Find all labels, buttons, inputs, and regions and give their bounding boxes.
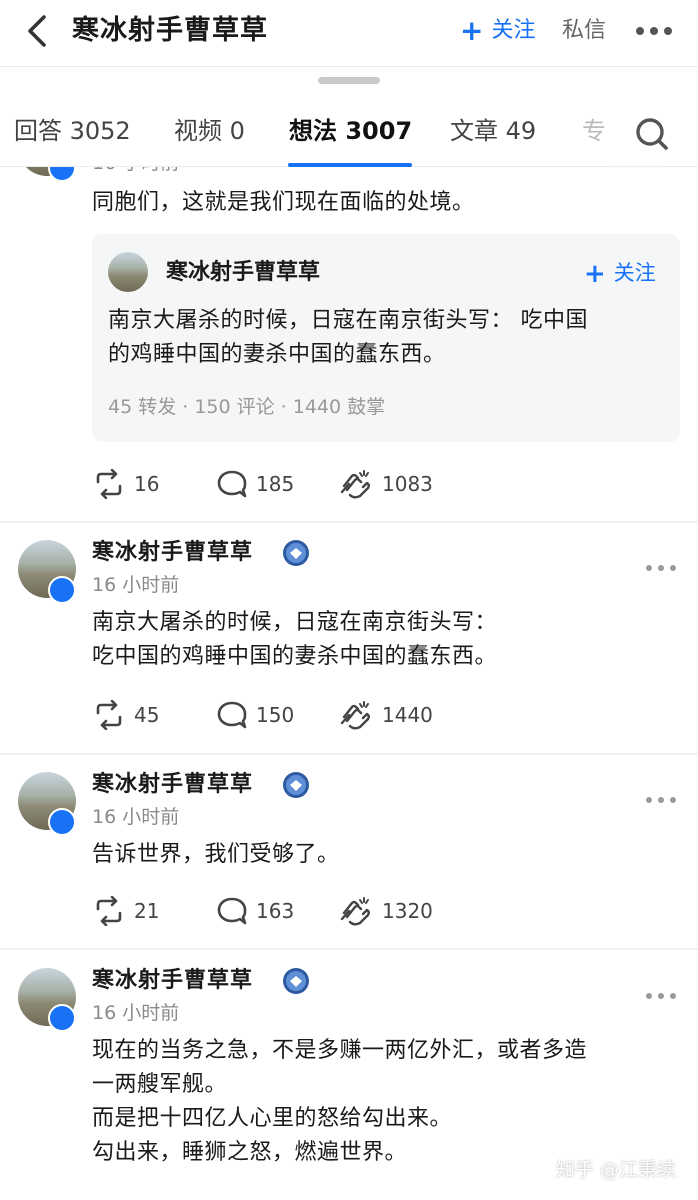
more-options-icon[interactable] bbox=[644, 562, 678, 574]
divider bbox=[0, 753, 698, 755]
verified-badge-icon bbox=[48, 1004, 76, 1032]
tab-columns[interactable]: 专 bbox=[582, 114, 606, 148]
comment-icon bbox=[217, 897, 247, 925]
verified-badge-icon bbox=[48, 808, 76, 836]
more-options-icon[interactable] bbox=[644, 990, 678, 1002]
post-text: 现在的当务之急，不是多赚一两亿外汇，或者多造 一两艘军舰。 而是把十四亿人心里的… bbox=[92, 1038, 588, 1165]
author-name[interactable]: 寒冰射手曹草草 bbox=[92, 538, 253, 568]
repost-button[interactable]: 45 bbox=[92, 699, 159, 731]
repost-button[interactable]: 21 bbox=[92, 895, 159, 927]
back-button[interactable] bbox=[20, 12, 54, 50]
more-options-icon[interactable] bbox=[634, 14, 674, 48]
search-icon bbox=[636, 118, 668, 150]
quoted-post-text: 南京大屠杀的时候，日寇在南京街头写： 吃中国 的鸡睡中国的妻杀中国的蠢东西。 bbox=[108, 308, 588, 367]
drag-handle[interactable] bbox=[318, 77, 380, 84]
quote-follow-button[interactable]: + 关注 bbox=[584, 258, 656, 289]
post-time: 16 小时前 bbox=[92, 574, 180, 596]
divider bbox=[0, 948, 698, 950]
comment-button[interactable]: 150 bbox=[216, 699, 294, 731]
repost-icon bbox=[96, 469, 122, 499]
follow-button[interactable]: + 关注 bbox=[460, 16, 535, 46]
creator-badge-icon bbox=[283, 968, 309, 994]
plus-icon: + bbox=[584, 259, 606, 289]
profile-tabs: 回答 3052 视频 0 想法 3007 文章 49 专 bbox=[0, 100, 698, 167]
comment-button[interactable]: 185 bbox=[216, 468, 294, 500]
top-bar: 寒冰射手曹草草 + 关注 私信 bbox=[0, 0, 698, 67]
search-button[interactable] bbox=[630, 112, 676, 158]
tab-thoughts[interactable]: 想法 3007 bbox=[289, 114, 412, 148]
repost-button[interactable]: 16 bbox=[92, 468, 159, 500]
post-time: 16 小时前 bbox=[92, 1002, 180, 1024]
active-tab-indicator bbox=[288, 163, 412, 167]
comment-button[interactable]: 163 bbox=[216, 895, 294, 927]
quote-stats: 45 转发 · 150 评论 · 1440 鼓掌 bbox=[108, 396, 386, 418]
clap-button[interactable]: 1320 bbox=[338, 895, 433, 927]
tab-videos[interactable]: 视频 0 bbox=[174, 114, 245, 148]
more-options-icon[interactable] bbox=[644, 794, 678, 806]
author-name[interactable]: 寒冰射手曹草草 bbox=[92, 770, 253, 800]
repost-icon bbox=[96, 700, 122, 730]
verified-badge-icon bbox=[48, 576, 76, 604]
clap-button[interactable]: 1440 bbox=[338, 699, 433, 731]
avatar[interactable] bbox=[108, 252, 148, 292]
tab-answers[interactable]: 回答 3052 bbox=[14, 114, 131, 148]
post-text: 告诉世界，我们受够了。 bbox=[92, 842, 340, 867]
author-name[interactable]: 寒冰射手曹草草 bbox=[92, 966, 253, 996]
clap-icon bbox=[340, 470, 370, 499]
chevron-left-icon bbox=[28, 15, 46, 47]
page-title: 寒冰射手曹草草 bbox=[72, 15, 268, 46]
post-time: 16 小时前 bbox=[92, 806, 180, 828]
comment-icon bbox=[217, 701, 247, 729]
private-message-button[interactable]: 私信 bbox=[562, 16, 606, 46]
creator-badge-icon bbox=[283, 772, 309, 798]
plus-icon: + bbox=[460, 14, 484, 47]
clap-button[interactable]: 1083 bbox=[338, 468, 433, 500]
clap-icon bbox=[340, 897, 370, 926]
post-text: 南京大屠杀的时候，日寇在南京街头写： 吃中国的鸡睡中国的妻杀中国的蠢东西。 bbox=[92, 610, 498, 669]
creator-badge-icon bbox=[283, 540, 309, 566]
post-text: 同胞们，这就是我们现在面临的处境。 bbox=[92, 190, 475, 215]
clap-icon bbox=[340, 701, 370, 730]
quoted-author-name[interactable]: 寒冰射手曹草草 bbox=[166, 258, 320, 288]
watermark: 知乎 @江秉续 bbox=[556, 1159, 677, 1181]
divider bbox=[0, 521, 698, 523]
comment-icon bbox=[217, 470, 247, 498]
repost-icon bbox=[96, 896, 122, 926]
tab-articles[interactable]: 文章 49 bbox=[450, 114, 536, 148]
